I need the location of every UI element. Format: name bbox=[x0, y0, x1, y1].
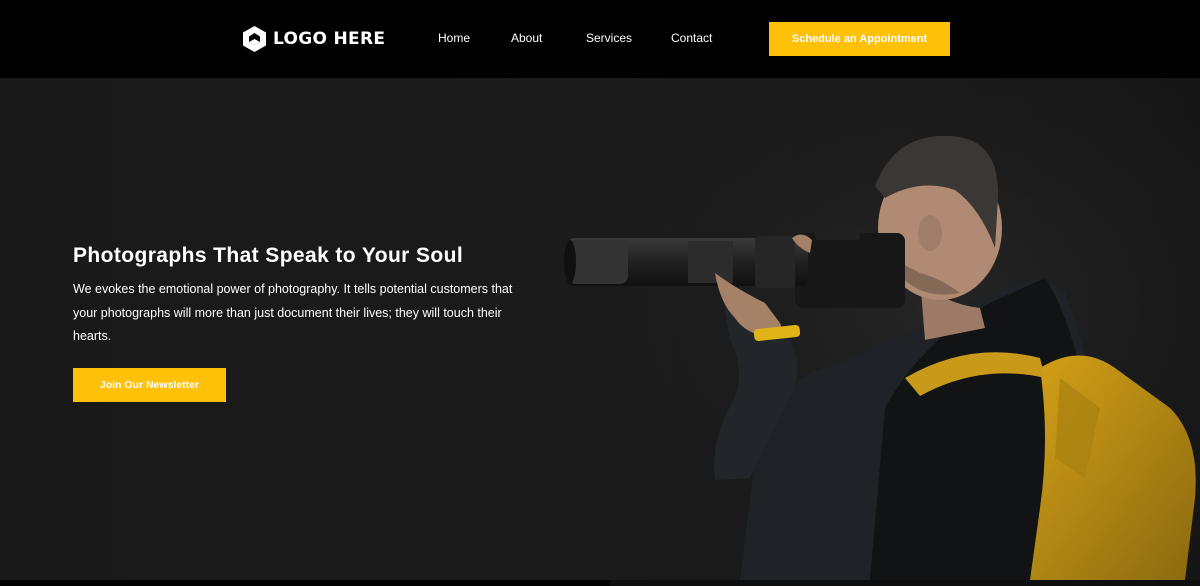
nav-services[interactable]: Services bbox=[586, 31, 632, 45]
schedule-appointment-button[interactable]: Schedule an Appointment bbox=[769, 22, 950, 56]
hero-title: Photographs That Speak to Your Soul bbox=[73, 244, 464, 267]
photographer-image bbox=[540, 78, 1200, 580]
logo[interactable]: LOGO HERE bbox=[242, 25, 385, 53]
nav-contact[interactable]: Contact bbox=[671, 31, 712, 45]
bottom-strip bbox=[0, 580, 1200, 586]
logo-text: LOGO HERE bbox=[273, 29, 386, 49]
bottom-strip-segment bbox=[0, 580, 610, 586]
nav-about[interactable]: About bbox=[511, 31, 542, 45]
site-header: LOGO HERE Home About Services Contact Sc… bbox=[0, 0, 1200, 78]
join-newsletter-button[interactable]: Join Our Newsletter bbox=[73, 368, 226, 402]
nav-home[interactable]: Home bbox=[438, 31, 470, 45]
hero-section: Photographs That Speak to Your Soul We e… bbox=[0, 78, 1200, 580]
hero-description: We evokes the emotional power of photogr… bbox=[73, 282, 513, 343]
hexagon-logo-icon bbox=[243, 26, 266, 52]
